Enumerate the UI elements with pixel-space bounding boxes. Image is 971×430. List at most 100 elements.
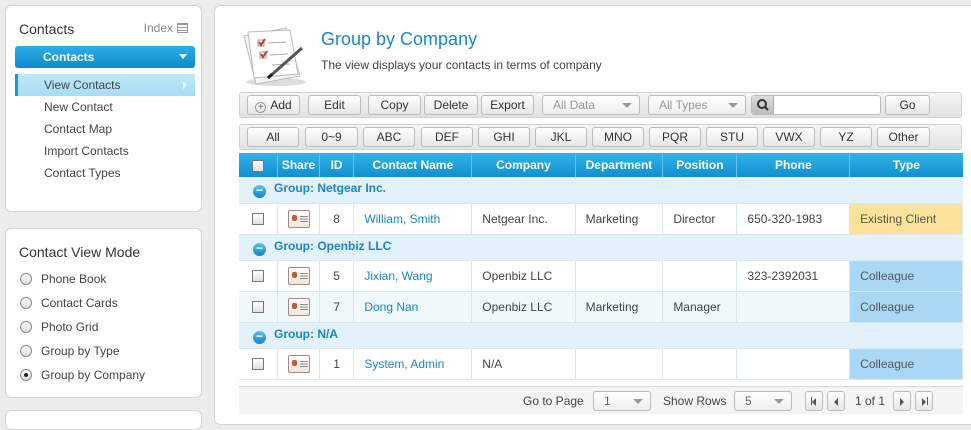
collapse-icon[interactable]: −: [253, 184, 266, 199]
export-button-label: Export: [490, 98, 525, 112]
group-row[interactable]: − Group: Openbiz LLC: [239, 234, 963, 261]
collapse-icon[interactable]: −: [253, 330, 266, 344]
index-label: Index: [143, 21, 173, 35]
radio-button[interactable]: [20, 297, 32, 309]
next-page-button[interactable]: [893, 391, 911, 411]
menu-item-new-contact[interactable]: New Contact: [15, 96, 195, 118]
copy-button[interactable]: Copy: [368, 95, 421, 115]
menu-item-contact-map[interactable]: Contact Map: [15, 118, 195, 140]
department-cell: Marketing: [575, 203, 664, 235]
view-mode-options: Phone Book Contact Cards Photo Grid Grou…: [20, 267, 145, 387]
filter-pqr[interactable]: PQR: [649, 127, 701, 147]
page-select[interactable]: 1: [593, 391, 651, 411]
radio-button[interactable]: [20, 321, 32, 333]
share-cell: [277, 260, 320, 292]
filter-other[interactable]: Other: [877, 127, 930, 147]
table-row[interactable]: 8 William, Smith Netgear Inc. Marketing …: [239, 203, 963, 235]
filter-yz[interactable]: YZ: [820, 127, 872, 147]
vcard-icon[interactable]: [287, 209, 310, 228]
add-button[interactable]: + Add: [247, 95, 300, 115]
prev-page-button[interactable]: [827, 391, 845, 411]
chevron-down-icon: [774, 399, 784, 404]
select-all-header: [239, 153, 279, 177]
filter-0-9[interactable]: 0~9: [305, 127, 358, 147]
radio-group-by-type[interactable]: Group by Type: [20, 339, 145, 363]
radio-button-selected[interactable]: [20, 369, 32, 381]
filter-label: JKL: [550, 130, 572, 144]
export-button[interactable]: Export: [481, 95, 534, 115]
column-header[interactable]: Department: [575, 153, 664, 177]
radio-label: Photo Grid: [41, 320, 99, 334]
column-header[interactable]: Type: [849, 153, 963, 177]
row-checkbox[interactable]: [252, 301, 265, 314]
menu-item-view-contacts[interactable]: View Contacts: [15, 74, 195, 96]
position-cell: Director: [662, 203, 738, 235]
table-row[interactable]: 1 System, Admin N/A Colleague: [239, 348, 963, 380]
row-checkbox[interactable]: [252, 270, 265, 283]
menu-item-contact-types[interactable]: Contact Types: [15, 162, 195, 184]
contact-name-link[interactable]: System, Admin: [364, 357, 444, 371]
row-checkbox[interactable]: [252, 213, 265, 226]
search-input[interactable]: [775, 96, 879, 114]
id-cell: 7: [319, 291, 355, 323]
edit-button[interactable]: Edit: [308, 95, 361, 115]
all-data-select[interactable]: All Data: [542, 95, 640, 115]
delete-button[interactable]: Delete: [424, 95, 478, 115]
column-header[interactable]: ID: [319, 153, 355, 177]
filter-vwx[interactable]: VWX: [763, 127, 815, 147]
company-cell: Netgear Inc.: [471, 203, 576, 235]
group-cell: − Group: N/A: [239, 322, 963, 349]
radio-photo-grid[interactable]: Photo Grid: [20, 315, 145, 339]
filter-stu[interactable]: STU: [706, 127, 758, 147]
row-checkbox[interactable]: [252, 358, 265, 371]
radio-contact-cards[interactable]: Contact Cards: [20, 291, 145, 315]
contacts-section-header[interactable]: Contacts: [15, 46, 195, 68]
contact-name-link[interactable]: William, Smith: [364, 212, 440, 226]
first-page-button[interactable]: [805, 391, 823, 411]
search-icon[interactable]: [752, 96, 774, 114]
go-button[interactable]: Go: [885, 95, 930, 115]
vcard-icon[interactable]: [287, 266, 310, 285]
radio-group-by-company[interactable]: Group by Company: [20, 363, 145, 387]
filter-def[interactable]: DEF: [421, 127, 473, 147]
filter-mno[interactable]: MNO: [592, 127, 644, 147]
row-select-cell: [239, 203, 279, 235]
rows-select[interactable]: 5: [734, 391, 792, 411]
column-header[interactable]: Contact Name: [353, 153, 473, 177]
radio-phone-book[interactable]: Phone Book: [20, 267, 145, 291]
contact-name-link[interactable]: Dong Nan: [364, 300, 418, 314]
group-row[interactable]: − Group: Netgear Inc.: [239, 177, 963, 204]
column-header[interactable]: Phone: [736, 153, 851, 177]
group-row[interactable]: − Group: N/A: [239, 322, 963, 349]
phone-cell: 650-320-1983: [736, 203, 851, 235]
column-header[interactable]: Share: [277, 153, 320, 177]
filter-all[interactable]: All: [247, 127, 299, 147]
filter-ghi[interactable]: GHI: [478, 127, 530, 147]
type-cell: Colleague: [849, 260, 963, 292]
select-all-checkbox[interactable]: [252, 159, 265, 172]
name-cell: Dong Nan: [353, 291, 473, 323]
menu-item-import-contacts[interactable]: Import Contacts: [15, 140, 195, 162]
filter-abc[interactable]: ABC: [363, 127, 415, 147]
table-row[interactable]: 7 Dong Nan Openbiz LLC Marketing Manager…: [239, 291, 963, 323]
rows-select-value: 5: [745, 394, 752, 408]
sidebar-extra-panel: [5, 410, 202, 430]
all-types-select[interactable]: All Types: [648, 95, 746, 115]
alphabet-filter-bar: All 0~9 ABC DEF GHI JKL MNO PQR STU VWX …: [239, 124, 962, 150]
radio-button[interactable]: [20, 345, 32, 357]
contact-name-link[interactable]: Jixian, Wang: [364, 269, 432, 283]
last-page-button[interactable]: [915, 391, 933, 411]
menu-item-label: New Contact: [44, 100, 113, 114]
column-header[interactable]: Company: [471, 153, 576, 177]
group-cell: − Group: Openbiz LLC: [239, 234, 963, 261]
go-button-label: Go: [899, 98, 916, 112]
vcard-icon[interactable]: [287, 297, 310, 316]
vcard-icon[interactable]: [287, 354, 310, 373]
column-header[interactable]: Position: [662, 153, 738, 177]
radio-button[interactable]: [20, 273, 32, 285]
filter-jkl[interactable]: JKL: [535, 127, 587, 147]
collapse-icon[interactable]: −: [253, 242, 266, 256]
index-toggle[interactable]: Index: [144, 21, 188, 35]
table-row[interactable]: 5 Jixian, Wang Openbiz LLC 323-2392031 C…: [239, 260, 963, 292]
row-select-cell: [239, 291, 279, 323]
